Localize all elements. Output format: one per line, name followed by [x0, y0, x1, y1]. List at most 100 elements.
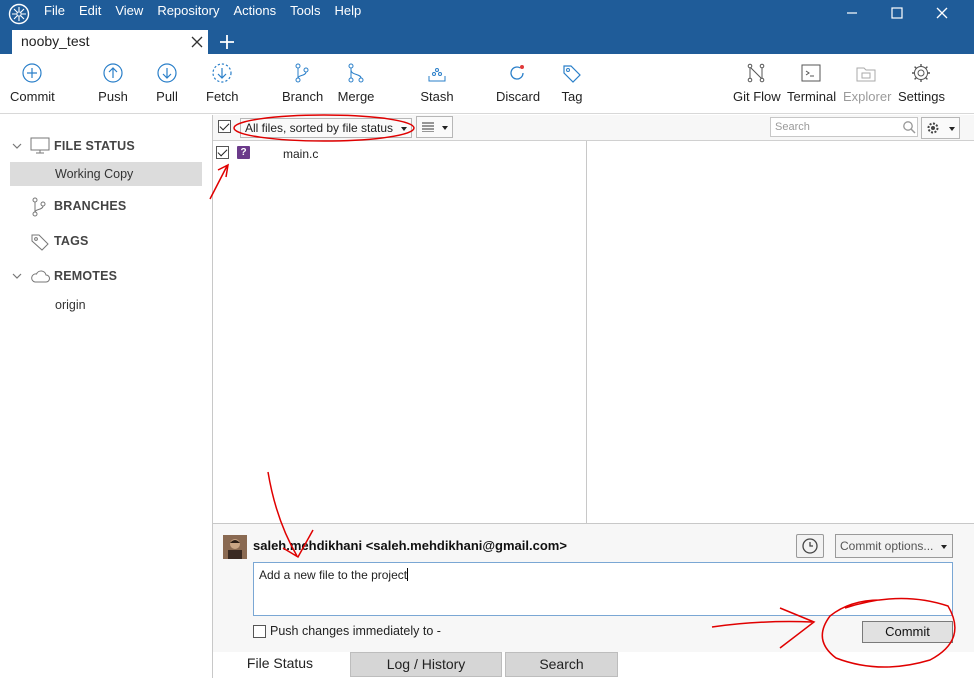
file-sort-value: All files, sorted by file status	[245, 121, 394, 135]
commit-message-input[interactable]: Add a new file to the project	[253, 562, 953, 616]
tab-log-history[interactable]: Log / History	[350, 652, 502, 677]
merge-label: Merge	[337, 89, 375, 104]
status-strip	[213, 678, 974, 693]
caret-down-icon	[442, 126, 448, 130]
sidebar-section-branches[interactable]: BRANCHES	[0, 195, 212, 219]
terminal-icon	[801, 64, 821, 82]
menu-actions[interactable]: Actions	[233, 3, 283, 19]
tag-button[interactable]: Tag	[559, 62, 585, 104]
discard-button[interactable]: Discard	[496, 62, 541, 104]
repo-tab[interactable]: nooby_test	[12, 30, 208, 54]
merge-icon	[348, 63, 364, 83]
stash-label: Stash	[420, 89, 454, 104]
branch-icon	[295, 63, 309, 83]
commit-tool-label: Commit	[10, 89, 55, 104]
file-sort-dropdown[interactable]: All files, sorted by file status	[240, 118, 412, 138]
gitflow-icon	[747, 63, 765, 83]
sidebar-section-remotes[interactable]: REMOTES	[0, 265, 212, 289]
discard-label: Discard	[496, 89, 541, 104]
bottom-tab-bar: File Status Log / History Search	[213, 652, 974, 678]
menu-edit[interactable]: Edit	[79, 3, 108, 19]
clock-icon	[802, 538, 818, 554]
push-immediately-checkbox[interactable]	[253, 625, 266, 638]
commit-tool-button[interactable]: Commit	[10, 62, 55, 104]
stash-button[interactable]: Stash	[420, 62, 454, 104]
stash-icon	[428, 68, 446, 82]
monitor-icon	[30, 137, 50, 154]
sidebar-remotes-label: REMOTES	[54, 269, 118, 283]
settings-label: Settings	[898, 89, 945, 104]
menu-help[interactable]: Help	[334, 3, 368, 19]
select-all-checkbox[interactable]	[218, 120, 231, 133]
merge-button[interactable]: Merge	[336, 62, 376, 104]
commit-options-label: Commit options...	[840, 539, 934, 553]
sidebar-branches-label: BRANCHES	[54, 199, 127, 213]
tab-search[interactable]: Search	[505, 652, 618, 677]
file-list: ? main.c	[213, 141, 587, 523]
gear-icon	[912, 64, 930, 82]
history-button[interactable]	[796, 534, 824, 558]
menu-tools[interactable]: Tools	[290, 3, 327, 19]
view-mode-dropdown[interactable]	[416, 116, 453, 138]
explorer-icon	[856, 67, 876, 82]
branch-icon	[32, 197, 46, 217]
explorer-label: Explorer	[843, 89, 892, 104]
sidebar-item-label: Working Copy	[55, 167, 134, 181]
close-window-icon[interactable]	[929, 4, 955, 22]
gitflow-button[interactable]: Git Flow	[733, 62, 781, 104]
caret-down-icon	[401, 127, 407, 131]
explorer-button[interactable]: Explorer	[843, 62, 892, 104]
search-placeholder: Search	[775, 121, 810, 133]
gear-icon	[927, 122, 939, 134]
fetch-button[interactable]: Fetch	[206, 62, 239, 104]
gitflow-label: Git Flow	[733, 89, 781, 104]
app-logo-icon	[8, 3, 30, 25]
commit-icon	[22, 63, 42, 83]
file-row[interactable]: ? main.c	[213, 143, 587, 163]
text-cursor	[407, 568, 409, 581]
toolbar: Commit Push Pull Fetch Branch Merge Stas…	[0, 54, 974, 114]
discard-icon	[510, 65, 524, 80]
settings-button[interactable]: Settings	[898, 62, 945, 104]
tab-file-status[interactable]: File Status	[213, 652, 347, 677]
diff-pane	[588, 141, 974, 523]
sidebar: FILE STATUS Working Copy BRANCHES TAGS R…	[0, 115, 212, 693]
file-checkbox[interactable]	[216, 146, 229, 159]
menu-file[interactable]: File	[44, 3, 72, 19]
close-tab-icon[interactable]	[190, 35, 204, 49]
search-icon	[903, 121, 916, 134]
sidebar-item-working-copy[interactable]: Working Copy	[10, 162, 202, 186]
menu-view[interactable]: View	[115, 3, 150, 19]
search-input[interactable]: Search	[770, 117, 918, 137]
chevron-down-icon[interactable]	[12, 272, 22, 280]
pull-label: Pull	[156, 89, 178, 104]
terminal-label: Terminal	[787, 89, 837, 104]
menu-bar: File Edit View Repository Actions Tools …	[44, 3, 375, 19]
file-name: main.c	[283, 147, 319, 161]
commit-author: saleh.mehdikhani <saleh.mehdikhani@gmail…	[253, 538, 567, 553]
pull-button[interactable]: Pull	[154, 62, 180, 104]
sidebar-item-origin[interactable]: origin	[10, 293, 202, 317]
tag-icon	[31, 234, 49, 251]
minimize-icon[interactable]	[839, 4, 865, 22]
caret-down-icon	[941, 545, 947, 549]
sidebar-section-file-status[interactable]: FILE STATUS	[0, 135, 212, 159]
sidebar-section-tags[interactable]: TAGS	[0, 230, 212, 254]
sidebar-file-status-label: FILE STATUS	[54, 139, 135, 153]
new-tab-icon[interactable]	[218, 33, 236, 51]
commit-message-text: Add a new file to the project	[259, 568, 408, 582]
push-icon	[103, 63, 123, 83]
sidebar-tags-label: TAGS	[54, 234, 89, 248]
settings-dropdown[interactable]	[921, 117, 960, 139]
chevron-down-icon[interactable]	[12, 142, 22, 150]
commit-button[interactable]: Commit	[862, 621, 953, 643]
commit-options-dropdown[interactable]: Commit options...	[835, 534, 953, 558]
branch-button[interactable]: Branch	[282, 62, 323, 104]
fetch-icon	[212, 63, 232, 83]
maximize-icon[interactable]	[884, 4, 910, 22]
push-button[interactable]: Push	[98, 62, 128, 104]
sourcetree-window: File Edit View Repository Actions Tools …	[0, 0, 974, 693]
menu-repository[interactable]: Repository	[157, 3, 226, 19]
terminal-button[interactable]: Terminal	[787, 62, 837, 104]
tag-icon	[563, 65, 581, 83]
